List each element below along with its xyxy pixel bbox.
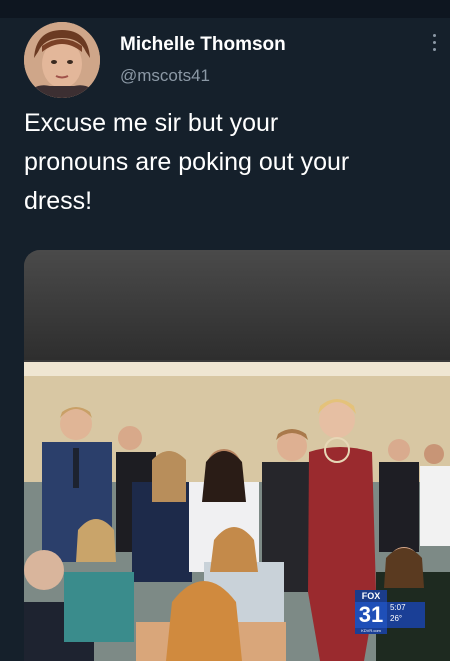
- temperature-value: 26°: [390, 614, 403, 623]
- tweet-text-line: Excuse me sir but your: [24, 109, 279, 137]
- tweet-text: Excuse me sir but your pronouns are poki…: [24, 104, 440, 221]
- time-value: 5:07: [390, 603, 406, 612]
- broadcast-time: 5:07 26°: [387, 602, 425, 628]
- tv-channel-logo: FOX 31 5:07 26° KDVR.com: [355, 590, 425, 634]
- user-handle[interactable]: @mscots41: [120, 66, 210, 86]
- avatar[interactable]: [24, 22, 100, 98]
- news-photo: FOX 31 5:07 26° KDVR.com: [24, 362, 450, 661]
- tweet-text-line: dress!: [24, 187, 93, 215]
- top-strip: [0, 0, 450, 18]
- channel-number: 31: [355, 602, 387, 628]
- media-background: [24, 250, 450, 360]
- tweet-text-line: pronouns are poking out your: [24, 148, 350, 176]
- network-label: FOX: [355, 590, 387, 602]
- more-vertical-icon[interactable]: [429, 34, 439, 56]
- display-name[interactable]: Michelle Thomson: [120, 34, 286, 56]
- tweet-media[interactable]: FOX 31 5:07 26° KDVR.com: [24, 250, 450, 661]
- avatar-image: [24, 22, 100, 98]
- channel-site: KDVR.com: [355, 628, 387, 634]
